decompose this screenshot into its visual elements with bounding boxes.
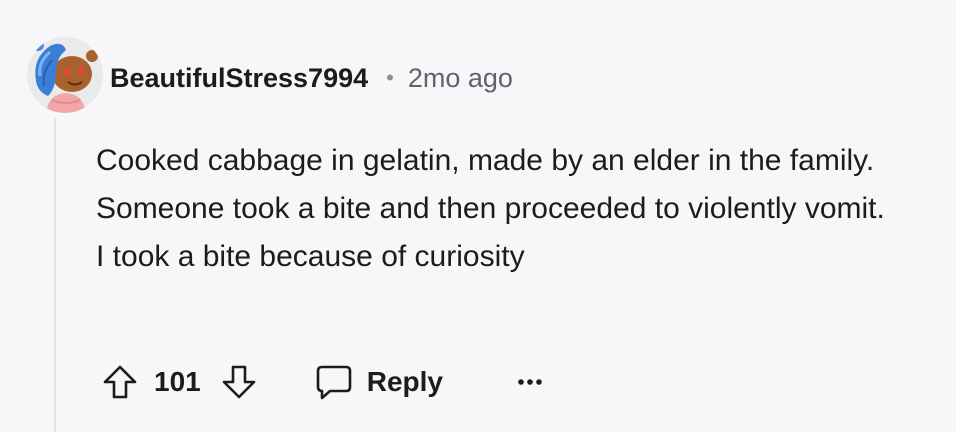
avatar[interactable] [26,36,104,114]
timestamp[interactable]: 2mo ago [408,63,513,94]
action-bar: 101 Reply [102,355,543,409]
comment: BeautifulStress7994 • 2mo ago Cooked cab… [0,0,956,432]
thread-line[interactable] [54,118,56,432]
reddit-snoo-avatar-icon [27,37,103,113]
upvote-button[interactable] [102,364,138,400]
reply-button[interactable]: Reply [315,364,443,400]
speech-bubble-icon [316,365,352,400]
comment-paragraph: I took a bite because of curiosity [96,240,525,273]
username-link[interactable]: BeautifulStress7994 [110,63,368,94]
vote-count: 101 [154,366,201,397]
more-options-button[interactable] [517,377,543,387]
reply-label: Reply [366,366,443,397]
downvote-arrow-icon [222,365,256,399]
downvote-button[interactable] [221,364,257,400]
separator-dot: • [386,65,394,90]
comment-header: BeautifulStress7994 • 2mo ago [110,56,513,100]
upvote-arrow-icon [103,365,137,399]
comment-body: Cooked cabbage in gelatin, made by an el… [96,137,941,281]
comment-paragraph: Cooked cabbage in gelatin, made by an el… [96,144,885,225]
more-options-icon [518,379,542,385]
